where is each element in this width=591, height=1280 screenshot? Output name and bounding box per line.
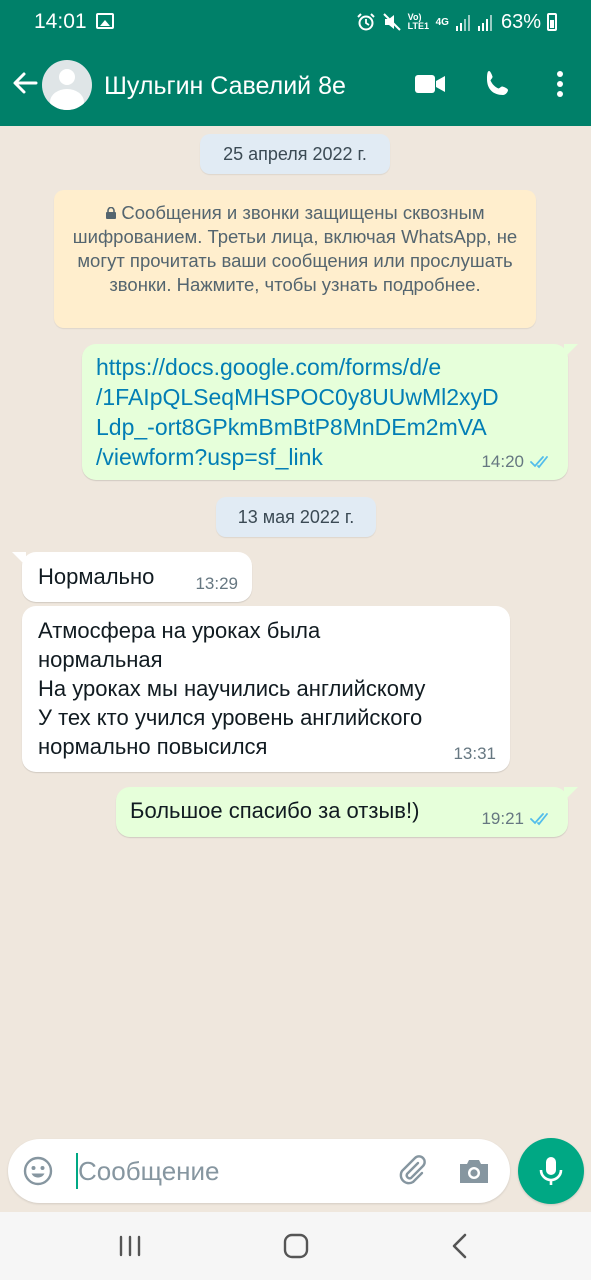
message-line: У тех кто учился уровень английского — [38, 705, 423, 730]
status-time: 14:01 — [34, 10, 87, 33]
message-text: Большое спасибо за отзыв!) — [130, 798, 420, 823]
lock-icon — [106, 207, 117, 219]
mute-icon — [382, 13, 401, 31]
date-chip: 25 апреля 2022 г. — [200, 134, 390, 174]
emoji-icon[interactable] — [22, 1155, 54, 1187]
message-line: нормальная — [38, 647, 163, 672]
contact-name[interactable]: Шульгин Савелий 8е — [104, 72, 346, 101]
attach-icon[interactable] — [394, 1153, 430, 1189]
back-arrow-icon[interactable] — [8, 66, 42, 100]
message-time: 14:20 — [481, 452, 524, 471]
link-line[interactable]: Ldp_-ort8GPkmBmBtP8MnDEm2mVA — [96, 412, 499, 442]
alarm-icon — [356, 13, 375, 31]
message-input[interactable] — [78, 1151, 378, 1191]
avatar[interactable] — [42, 60, 92, 110]
signal-2-icon — [477, 15, 492, 31]
encryption-notice-text: Сообщения и звонки защищены сквозным шиф… — [72, 202, 518, 295]
message-bubble-incoming[interactable]: Атмосфера на уроках была нормальная На у… — [22, 606, 510, 772]
signal-1-icon — [455, 15, 470, 31]
gallery-notification-icon — [96, 13, 114, 29]
system-nav-bar — [0, 1212, 591, 1280]
message-time: 13:31 — [453, 744, 496, 763]
recent-apps-icon[interactable] — [110, 1228, 150, 1264]
status-icons: Vo) LTE1 4G 63% — [356, 8, 557, 36]
network-label: Vo) LTE1 — [407, 12, 429, 31]
message-text: Нормально — [38, 564, 155, 589]
video-call-icon[interactable] — [410, 64, 450, 104]
read-ticks-icon — [530, 813, 548, 826]
network-type: 4G — [435, 16, 449, 28]
status-bar: 14:01 Vo) LTE1 4G 63% — [0, 0, 591, 44]
battery-percent: 63% — [500, 10, 541, 33]
battery-icon — [547, 13, 557, 31]
message-line: На уроках мы научились английскому — [38, 676, 426, 701]
message-bubble-incoming[interactable]: Нормально 13:29 — [12, 552, 252, 602]
encryption-notice[interactable]: Сообщения и звонки защищены сквозным шиф… — [54, 190, 536, 328]
message-time: 19:21 — [481, 809, 524, 828]
message-line: нормально повысился — [38, 734, 268, 759]
message-time: 13:29 — [195, 574, 238, 593]
back-icon[interactable] — [440, 1228, 480, 1264]
read-ticks-icon — [530, 456, 548, 469]
message-text: Атмосфера на уроках была нормальная На у… — [38, 616, 425, 761]
more-vert-icon[interactable] — [540, 64, 580, 104]
chat-area[interactable]: 25 апреля 2022 г. Сообщения и звонки защ… — [0, 126, 591, 1212]
app-header: 14:01 Vo) LTE1 4G 63% Шульгин Савелий 8е — [0, 0, 591, 126]
link-line[interactable]: /1FAIpQLSeqMHSPOC0y8UUwMl2xyD — [96, 382, 499, 412]
link-line[interactable]: /viewform?usp=sf_link — [96, 442, 499, 472]
chat-toolbar: Шульгин Савелий 8е — [0, 44, 591, 126]
home-icon[interactable] — [276, 1228, 316, 1264]
link-line[interactable]: https://docs.google.com/forms/d/e — [96, 352, 499, 382]
message-composer — [8, 1139, 510, 1203]
phone-icon[interactable] — [478, 64, 518, 104]
camera-icon[interactable] — [456, 1153, 492, 1189]
date-chip: 13 мая 2022 г. — [216, 497, 376, 537]
message-bubble-outgoing[interactable]: https://docs.google.com/forms/d/e /1FAIp… — [82, 344, 578, 480]
message-link[interactable]: https://docs.google.com/forms/d/e /1FAIp… — [96, 352, 499, 472]
message-bubble-outgoing[interactable]: Большое спасибо за отзыв!) 19:21 — [116, 787, 578, 837]
mic-icon — [539, 1157, 563, 1185]
mic-button[interactable] — [518, 1138, 584, 1204]
message-line: Атмосфера на уроках была — [38, 618, 321, 643]
